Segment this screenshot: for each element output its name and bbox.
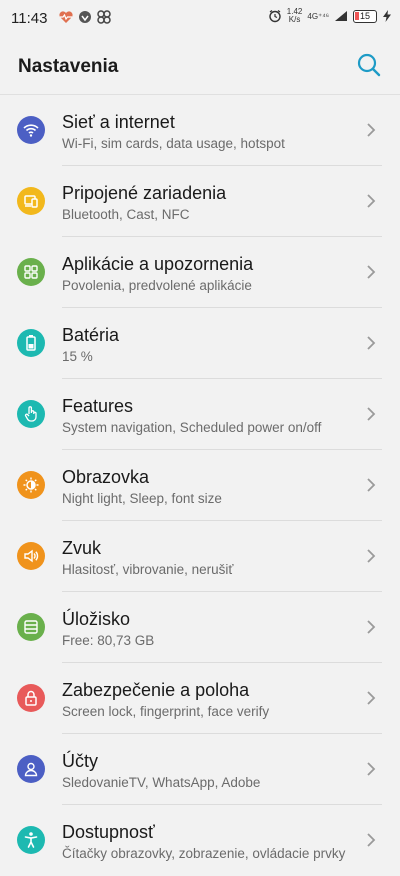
settings-list: Sieť a internet Wi-Fi, sim cards, data u… [0, 95, 400, 876]
features-icon-badge [17, 400, 45, 428]
lock-icon [25, 690, 37, 706]
item-subtitle: Povolenia, predvolené aplikácie [62, 278, 252, 293]
network-type: 4G⁺⁴⁶ [307, 11, 329, 21]
apps-grid-icon [24, 265, 38, 279]
battery-icon [26, 335, 36, 351]
item-title: Obrazovka [62, 467, 150, 487]
security-icon-badge [17, 684, 45, 712]
sound-icon-badge [17, 542, 45, 570]
settings-item-features[interactable]: Features System navigation, Scheduled po… [0, 379, 400, 450]
accessibility-icon-badge [17, 826, 45, 854]
item-title: Dostupnosť [62, 822, 155, 842]
chevron-right-icon [367, 265, 376, 279]
vpn-shield-icon [79, 11, 91, 23]
display-icon-badge [17, 471, 45, 499]
speed-unit: K/s [288, 15, 301, 24]
status-time: 11:43 [11, 10, 48, 27]
settings-item-display[interactable]: Obrazovka Night light, Sleep, font size [0, 450, 400, 521]
item-title: Zabezpečenie a poloha [62, 680, 250, 700]
signal-icon [335, 11, 347, 21]
devices-icon [24, 195, 38, 208]
item-title: Účty [62, 751, 98, 771]
chevron-right-icon [367, 478, 376, 492]
settings-item-sound[interactable]: Zvuk Hlasitosť, vibrovanie, nerušiť [0, 521, 400, 592]
item-subtitle: Bluetooth, Cast, NFC [62, 207, 190, 222]
devices-icon-badge [17, 187, 45, 215]
item-title: Zvuk [62, 538, 102, 558]
chevron-right-icon [367, 762, 376, 776]
settings-item-apps[interactable]: Aplikácie a upozornenia Povolenia, predv… [0, 237, 400, 308]
item-title: Sieť a internet [62, 112, 175, 132]
volume-icon [24, 549, 39, 563]
system-icons: 1.42 K/s 4G⁺⁴⁶ 15 [268, 8, 392, 24]
item-subtitle: Free: 80,73 GB [62, 633, 155, 648]
chevron-right-icon [367, 123, 376, 137]
item-subtitle: Čítačky obrazovky, zobrazenie, ovládacie… [62, 846, 346, 861]
network-speed: 1.42 K/s [287, 8, 303, 24]
storage-icon-badge [17, 613, 45, 641]
battery-level: 15 [359, 10, 370, 21]
item-subtitle: Hlasitosť, vibrovanie, nerušiť [62, 562, 234, 577]
item-title: Pripojené zariadenia [62, 183, 227, 203]
app-bar: Nastavenia [0, 38, 400, 95]
storage-icon [24, 620, 38, 634]
settings-item-connected-devices[interactable]: Pripojené zariadenia Bluetooth, Cast, NF… [0, 166, 400, 237]
chevron-right-icon [367, 549, 376, 563]
brightness-icon [23, 477, 39, 493]
hand-pointer-icon [24, 406, 37, 422]
notification-icons [58, 9, 112, 25]
battery-icon-badge [17, 329, 45, 357]
item-title: Batéria [62, 325, 120, 345]
chevron-right-icon [367, 194, 376, 208]
page-title: Nastavenia [18, 56, 119, 77]
chevron-right-icon [367, 691, 376, 705]
item-subtitle: Screen lock, fingerprint, face verify [62, 704, 270, 719]
item-subtitle: SledovanieTV, WhatsApp, Adobe [62, 775, 261, 790]
accounts-icon-badge [17, 755, 45, 783]
settings-item-security[interactable]: Zabezpečenie a poloha Screen lock, finge… [0, 663, 400, 734]
item-subtitle: Wi-Fi, sim cards, data usage, hotspot [62, 136, 285, 151]
battery-indicator: 15 [353, 9, 377, 23]
search-icon[interactable] [356, 52, 382, 78]
account-icon [24, 762, 38, 777]
wifi-icon [23, 124, 39, 137]
alarm-icon [269, 10, 281, 23]
chevron-right-icon [367, 407, 376, 421]
item-title: Úložisko [62, 609, 131, 629]
chevron-right-icon [367, 336, 376, 350]
settings-item-battery[interactable]: Batéria 15 % [0, 308, 400, 379]
item-title: Features [62, 396, 134, 416]
settings-item-network[interactable]: Sieť a internet Wi-Fi, sim cards, data u… [0, 95, 400, 166]
item-subtitle: System navigation, Scheduled power on/of… [62, 420, 322, 435]
pinwheel-icon [97, 10, 111, 24]
item-title: Aplikácie a upozornenia [62, 254, 254, 274]
settings-item-storage[interactable]: Úložisko Free: 80,73 GB [0, 592, 400, 663]
chevron-right-icon [367, 620, 376, 634]
accessibility-icon [24, 832, 38, 848]
status-bar: 11:43 1.42 K/s 4G⁺⁴⁶ 15 [0, 0, 400, 38]
item-subtitle: Night light, Sleep, font size [62, 491, 222, 506]
settings-item-accounts[interactable]: Účty SledovanieTV, WhatsApp, Adobe [0, 734, 400, 805]
charging-icon [383, 10, 391, 22]
apps-icon-badge [17, 258, 45, 286]
network-icon-badge [17, 116, 45, 144]
item-subtitle: 15 % [62, 349, 93, 364]
settings-item-accessibility[interactable]: Dostupnosť Čítačky obrazovky, zobrazenie… [0, 805, 400, 876]
heart-monitor-icon [59, 11, 73, 23]
chevron-right-icon [367, 833, 376, 847]
